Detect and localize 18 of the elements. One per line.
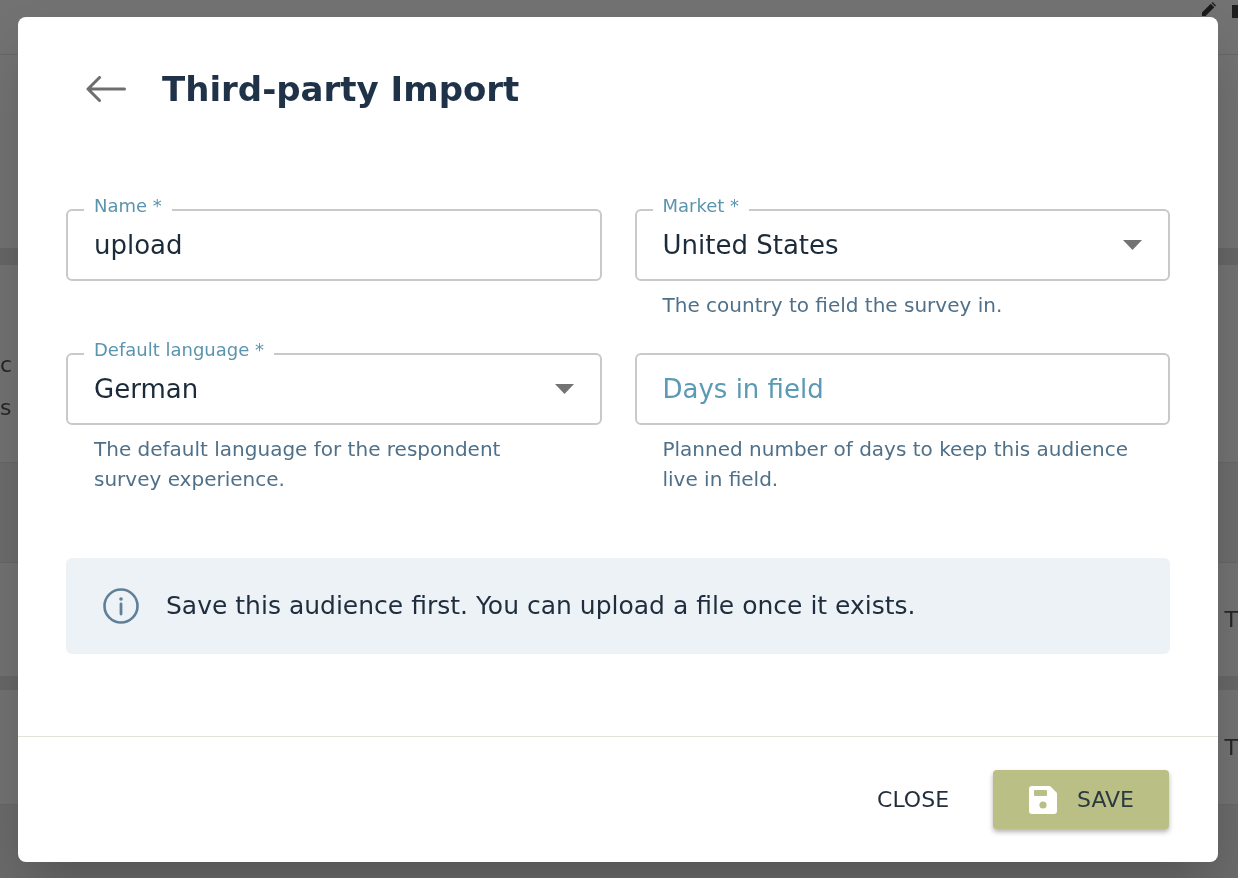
save-button[interactable]: SAVE <box>993 770 1169 829</box>
caret-icon <box>554 384 574 394</box>
text-field[interactable]: Days in field <box>634 353 1170 425</box>
dialog-title: Third-party Import <box>162 68 520 111</box>
info-icon <box>103 588 139 624</box>
helper-text: Planned number of days to keep this audience live in field. <box>661 436 1129 493</box>
back-arrow-icon[interactable] <box>86 76 126 102</box>
partial-text: s <box>0 394 12 422</box>
field-label: Default language * <box>84 339 274 361</box>
partial-text: c <box>0 351 13 379</box>
partial-text: T <box>1224 733 1238 762</box>
caret-icon <box>1123 240 1142 250</box>
helper-text: The country to field the survey in. <box>661 292 1004 319</box>
notice-text: Save this audience first. You can upload a file once it exists. <box>166 590 916 622</box>
pencil-icon[interactable] <box>1202 2 1216 16</box>
partial-text: T <box>1224 606 1238 634</box>
close-button[interactable]: CLOSE <box>861 770 966 829</box>
helper-text: The default language for the respondent survey experience. <box>93 436 502 493</box>
